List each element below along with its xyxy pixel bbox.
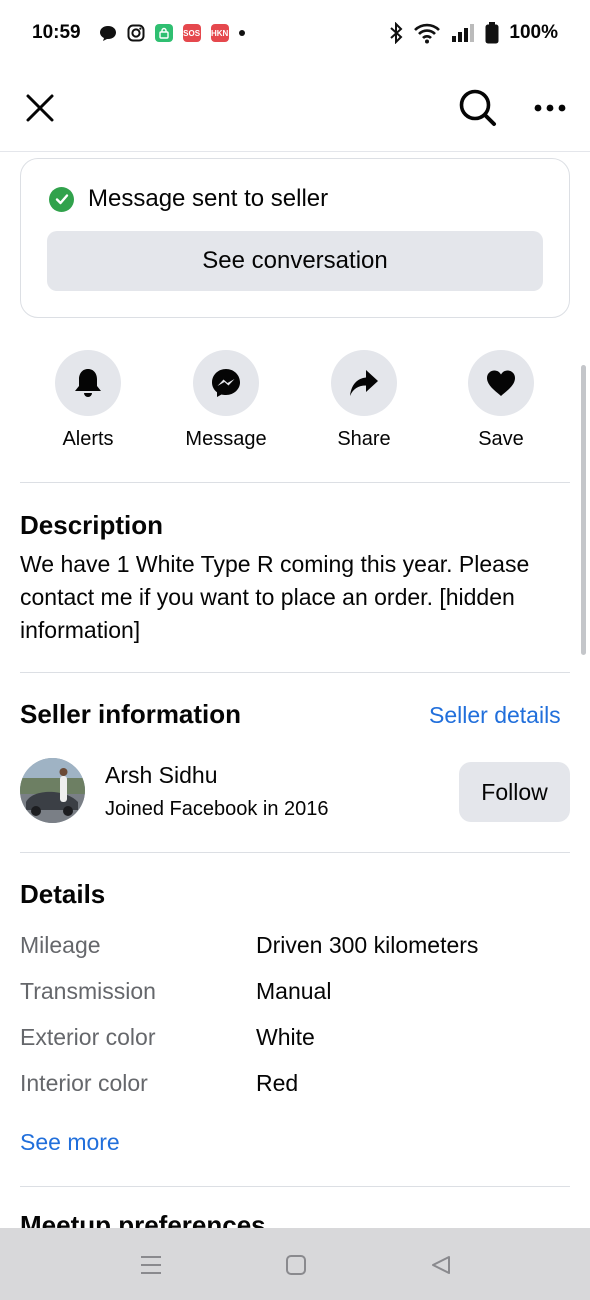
check-circle-icon (49, 186, 74, 212)
message-sent-text: Message sent to seller (88, 185, 329, 212)
see-conversation-button[interactable]: See conversation (47, 231, 543, 291)
seller-joined-text: Joined Facebook in 2016 (105, 798, 329, 820)
save-action[interactable]: Save (441, 350, 561, 451)
detail-label: Exterior color (20, 1024, 156, 1050)
menu-icon (141, 1256, 161, 1274)
search-icon (459, 89, 496, 126)
divider (20, 1186, 570, 1187)
more-icon (534, 104, 566, 112)
status-right: 100% (389, 22, 558, 44)
detail-row: Interior color Red (20, 1070, 570, 1110)
detail-value: Manual (256, 978, 332, 1004)
close-icon (26, 94, 54, 122)
detail-value: Red (256, 1070, 299, 1096)
system-nav-bar (0, 1228, 590, 1300)
divider (20, 672, 570, 673)
description-text: We have 1 White Type R coming this year.… (20, 551, 530, 643)
follow-button[interactable]: Follow (459, 762, 570, 822)
bluetooth-icon (389, 22, 403, 44)
message-action-circle[interactable] (193, 350, 259, 416)
status-time: 10:59 (32, 22, 81, 43)
seller-details-link[interactable]: Seller details (429, 702, 561, 729)
share-label: Share (337, 428, 391, 450)
detail-label: Mileage (20, 932, 101, 958)
instagram-icon (127, 24, 145, 42)
detail-label: Transmission (20, 978, 156, 1004)
avatar[interactable] (20, 758, 85, 823)
back-triangle-icon (432, 1256, 450, 1274)
alerts-action[interactable]: Alerts (28, 350, 148, 451)
home-button[interactable] (281, 1250, 311, 1280)
action-row: Alerts Message Share Save (20, 350, 570, 460)
save-action-circle[interactable] (468, 350, 534, 416)
status-bar: 10:59 SOS HKN 100% (0, 0, 590, 66)
bell-icon (75, 369, 101, 397)
share-action[interactable]: Share (304, 350, 424, 451)
message-action[interactable]: Message (166, 350, 286, 451)
signal-icon (451, 23, 475, 43)
scrollbar[interactable] (581, 365, 586, 655)
news-app-icon: HKN (210, 24, 229, 42)
notification-dot-icon (238, 30, 245, 36)
chat-bubble-icon (99, 24, 117, 42)
home-square-icon (286, 1255, 306, 1275)
sos-app-icon: SOS (182, 24, 201, 42)
detail-row: Exterior color White (20, 1024, 570, 1064)
top-app-bar (0, 66, 590, 152)
battery-percent: 100% (509, 22, 558, 43)
alerts-label: Alerts (62, 428, 114, 450)
close-button[interactable] (20, 88, 60, 128)
lock-app-icon (154, 24, 173, 42)
divider (20, 852, 570, 853)
more-options-button[interactable] (530, 88, 570, 128)
share-icon (350, 370, 378, 396)
messenger-icon (212, 369, 240, 397)
search-button[interactable] (456, 86, 500, 130)
recent-apps-button[interactable] (136, 1250, 166, 1280)
share-action-circle[interactable] (331, 350, 397, 416)
detail-row: Mileage Driven 300 kilometers (20, 932, 570, 972)
battery-icon (485, 22, 499, 44)
wifi-icon (413, 22, 441, 44)
seller-name[interactable]: Arsh Sidhu (105, 762, 218, 789)
message-sent-row: Message sent to seller (49, 185, 328, 213)
details-title: Details (20, 879, 106, 909)
see-more-link[interactable]: See more (20, 1129, 120, 1156)
heart-icon (487, 370, 515, 396)
description-title: Description (20, 510, 164, 540)
divider (20, 482, 570, 483)
detail-label: Interior color (20, 1070, 148, 1096)
status-left: 10:59 SOS HKN (32, 22, 245, 44)
detail-row: Transmission Manual (20, 978, 570, 1018)
back-button[interactable] (426, 1250, 456, 1280)
alerts-action-circle[interactable] (55, 350, 121, 416)
detail-value: Driven 300 kilometers (256, 932, 479, 958)
detail-value: White (256, 1024, 315, 1050)
message-sent-card: Message sent to seller See conversation (20, 158, 570, 318)
seller-info-title: Seller information (20, 699, 242, 729)
message-label: Message (185, 428, 267, 450)
save-label: Save (478, 428, 524, 450)
